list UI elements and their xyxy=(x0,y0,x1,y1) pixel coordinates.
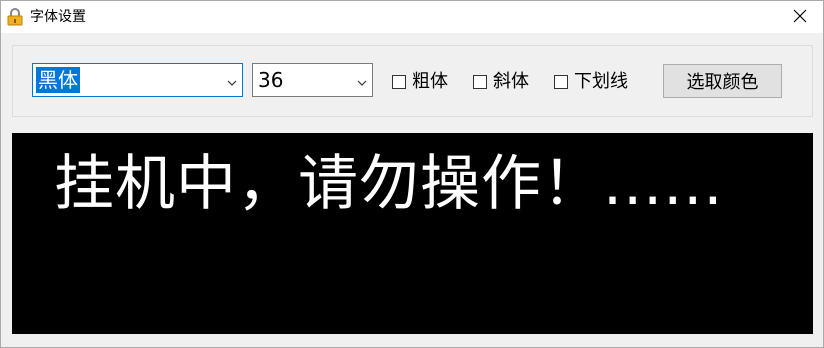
lock-icon xyxy=(7,8,23,26)
underline-checkbox-box[interactable] xyxy=(554,75,568,89)
font-family-value: 黑体 xyxy=(36,67,80,93)
bold-checkbox-box[interactable] xyxy=(392,75,406,89)
bold-checkbox[interactable]: 粗体 xyxy=(392,71,448,93)
font-preview-area: 挂机中，请勿操作！...... xyxy=(12,133,813,334)
font-options-panel: 黑体 36 粗体 斜体 下划线 选取颜色 xyxy=(12,45,813,117)
chevron-down-icon[interactable] xyxy=(226,74,238,86)
italic-checkbox[interactable]: 斜体 xyxy=(473,71,529,93)
close-icon xyxy=(793,8,807,27)
italic-checkbox-box[interactable] xyxy=(473,75,487,89)
italic-label: 斜体 xyxy=(493,71,529,92)
underline-label: 下划线 xyxy=(574,71,628,92)
window-title: 字体设置 xyxy=(30,9,86,25)
font-size-select[interactable]: 36 xyxy=(252,63,373,97)
preview-text: 挂机中，请勿操作！...... xyxy=(54,149,724,219)
font-family-select[interactable]: 黑体 xyxy=(32,63,243,97)
underline-checkbox[interactable]: 下划线 xyxy=(554,71,628,93)
chevron-down-icon[interactable] xyxy=(356,74,368,86)
close-button[interactable] xyxy=(777,1,823,33)
font-size-value: 36 xyxy=(258,68,284,92)
font-settings-window: 字体设置 黑体 36 粗体 斜体 下划线 选取颜色 挂机中，请勿操作！.....… xyxy=(0,0,824,348)
bold-label: 粗体 xyxy=(412,71,448,92)
title-bar[interactable]: 字体设置 xyxy=(1,1,823,33)
pick-color-button[interactable]: 选取颜色 xyxy=(663,64,782,98)
